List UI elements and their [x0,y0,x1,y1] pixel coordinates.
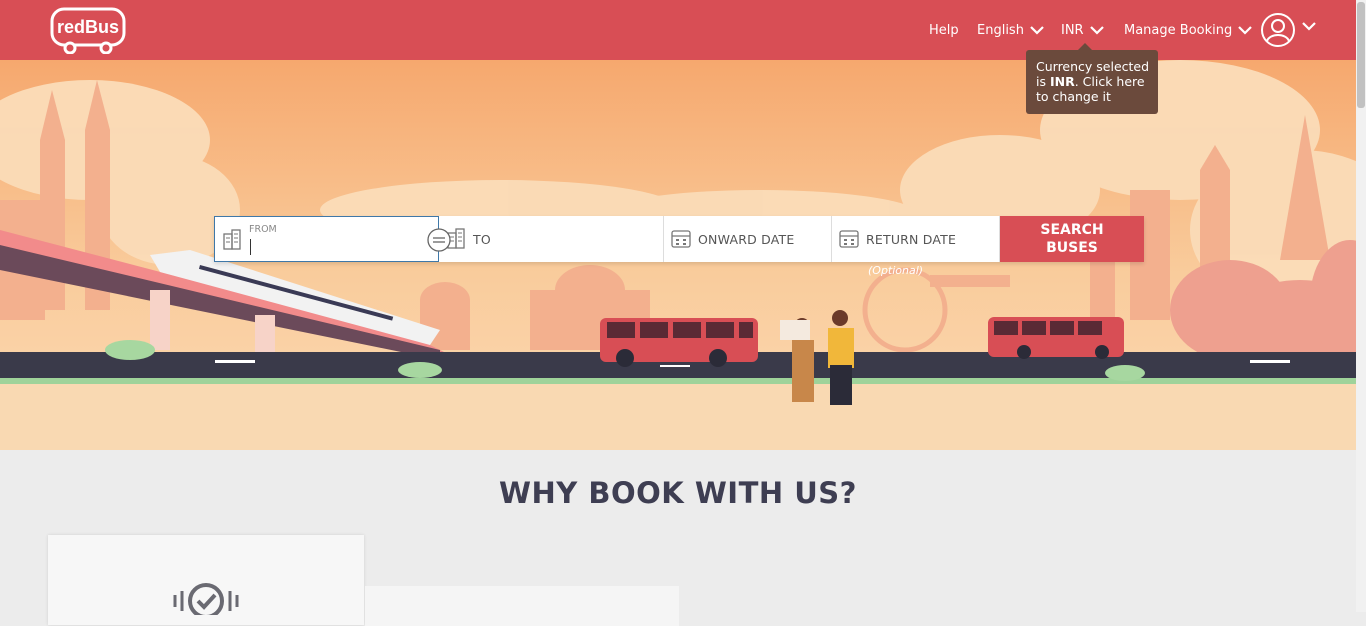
chevron-down-icon [1089,26,1104,35]
to-field[interactable]: TO [439,216,664,262]
from-field[interactable]: FROM [214,216,451,262]
nav-language-label: English [977,22,1024,38]
logo-text: redBus [57,17,119,37]
calendar-icon [671,230,691,248]
onward-date-field[interactable]: ONWARD DATE [664,216,832,262]
from-label: FROM [249,224,277,235]
return-date-field[interactable]: RETURN DATE [832,216,1000,262]
swap-icon[interactable] [427,228,451,252]
feature-card [365,586,679,626]
onward-date-label: ONWARD DATE [698,232,795,247]
user-account-dropdown[interactable] [1260,0,1316,60]
nav-help[interactable]: Help [929,0,959,60]
chevron-down-icon [1030,26,1044,35]
nav-help-label: Help [929,22,959,38]
page-scrollbar[interactable] [1356,0,1366,612]
section-title: WHY BOOK WITH US? [498,476,857,510]
redbus-logo[interactable]: redBus [50,6,128,54]
scrollbar-thumb[interactable] [1357,2,1365,108]
calendar-icon [839,230,859,248]
building-icon [223,229,241,250]
to-label: TO [473,232,491,247]
chevron-down-icon [1238,26,1253,35]
user-avatar-icon [1261,13,1295,47]
nav-currency-label: INR [1061,22,1084,38]
chevron-down-icon [1302,22,1316,31]
text-cursor [250,239,251,255]
return-optional-hint: (Optional) [868,264,924,277]
tooltip-currency: INR [1049,74,1075,89]
search-buses-button[interactable]: SEARCH BUSES [1000,216,1144,262]
verified-check-icon [173,583,239,615]
nav-manage-booking-label: Manage Booking [1124,22,1233,38]
return-date-label: RETURN DATE [866,232,957,247]
bus-search-form: FROM TO ONWARD DATE RETURN DATE SEARCH BU… [214,216,1144,262]
currency-tooltip[interactable]: Currency selected is INR. Click here to … [1026,43,1158,114]
